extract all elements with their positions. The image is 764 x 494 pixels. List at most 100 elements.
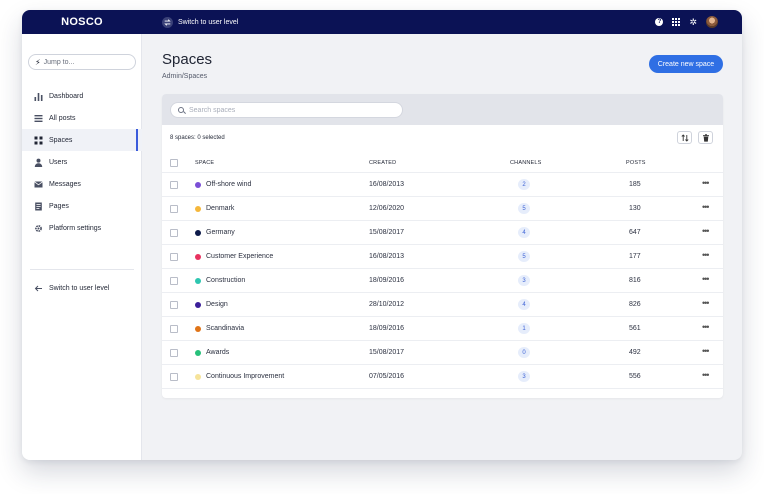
space-color-dot — [195, 205, 201, 212]
help-icon[interactable]: ? — [655, 18, 664, 26]
search-input[interactable]: Search spaces — [170, 102, 403, 118]
space-color-dot — [195, 181, 201, 188]
created-date: 12/06/2020 — [369, 205, 405, 212]
switch-to-user-level-button[interactable]: Switch to user level — [162, 16, 238, 28]
sidebar-switch-to-user-level[interactable]: Switch to user level — [22, 279, 142, 297]
row-checkbox[interactable] — [170, 277, 178, 285]
select-all-checkbox[interactable] — [170, 159, 178, 167]
space-name-cell: Off-shore wind — [195, 181, 251, 188]
row-checkbox[interactable] — [170, 301, 178, 309]
selection-summary: 8 spaces: 0 selected — [170, 135, 225, 141]
column-header-posts[interactable]: POSTS — [626, 160, 646, 166]
space-name-cell: Customer Experience — [195, 253, 273, 260]
table-body: Off-shore wind 16/08/2013 2 185 ••• Denm… — [162, 173, 723, 389]
row-checkbox[interactable] — [170, 229, 178, 237]
space-name[interactable]: Awards — [206, 349, 229, 356]
more-options-icon[interactable]: ••• — [702, 370, 710, 380]
created-date: 07/05/2016 — [369, 373, 405, 380]
table-row[interactable]: Construction 18/09/2016 3 816 ••• — [162, 269, 723, 293]
sidebar-item-label: Users — [49, 158, 68, 166]
created-date: 15/08/2017 — [369, 349, 405, 356]
column-header-channels[interactable]: CHANNELS — [510, 160, 542, 166]
row-checkbox[interactable] — [170, 325, 178, 333]
logo[interactable]: NOSCO — [22, 16, 142, 28]
sidebar-switch-label: Switch to user level — [49, 284, 110, 292]
row-checkbox[interactable] — [170, 253, 178, 261]
row-checkbox[interactable] — [170, 205, 178, 213]
row-checkbox[interactable] — [170, 349, 178, 357]
column-header-created[interactable]: CREATED — [369, 160, 396, 166]
space-name-cell: Scandinavia — [195, 325, 244, 332]
created-date: 16/08/2013 — [369, 181, 405, 188]
column-header-space[interactable]: SPACE — [195, 160, 214, 166]
sidebar-item-all-posts[interactable]: All posts — [22, 107, 142, 129]
sidebar-item-users[interactable]: Users — [22, 151, 142, 173]
table-row[interactable]: Design 28/10/2012 4 826 ••• — [162, 293, 723, 317]
bar-chart-icon — [34, 92, 43, 101]
space-name[interactable]: Off-shore wind — [206, 181, 251, 188]
list-icon — [34, 114, 43, 123]
space-name[interactable]: Germany — [206, 229, 235, 236]
table-row[interactable]: Awards 15/08/2017 0 492 ••• — [162, 341, 723, 365]
more-options-icon[interactable]: ••• — [702, 226, 710, 236]
more-options-icon[interactable]: ••• — [702, 298, 710, 308]
more-options-icon[interactable]: ••• — [702, 346, 710, 356]
sidebar-item-label: Dashboard — [49, 92, 84, 100]
space-name[interactable]: Design — [206, 301, 228, 308]
sidebar-item-messages[interactable]: Messages — [22, 173, 142, 195]
search-icon — [178, 107, 184, 113]
top-bar-actions: ? ✲ — [655, 16, 718, 28]
space-name[interactable]: Customer Experience — [206, 253, 273, 260]
spaces-grid-icon — [34, 136, 43, 145]
created-date: 18/09/2016 — [369, 325, 405, 332]
create-new-space-button[interactable]: Create new space — [649, 55, 723, 73]
gear-icon — [34, 224, 43, 233]
settings-gear-icon[interactable]: ✲ — [689, 17, 697, 27]
created-date: 15/08/2017 — [369, 229, 405, 236]
table-row[interactable]: Continuous Improvement 07/05/2016 3 556 … — [162, 365, 723, 389]
jump-to-input[interactable]: ⚡︎ Jump to... — [28, 54, 136, 70]
posts-count: 177 — [629, 253, 641, 260]
sidebar-item-pages[interactable]: Pages — [22, 195, 142, 217]
more-options-icon[interactable]: ••• — [702, 250, 710, 260]
sort-button[interactable] — [677, 131, 692, 144]
space-name[interactable]: Denmark — [206, 205, 234, 212]
channels-count-badge: 2 — [518, 179, 530, 190]
row-checkbox[interactable] — [170, 181, 178, 189]
sidebar-item-dashboard[interactable]: Dashboard — [22, 85, 142, 107]
apps-grid-icon[interactable] — [672, 18, 681, 26]
more-options-icon[interactable]: ••• — [702, 178, 710, 188]
sidebar-item-spaces[interactable]: Spaces — [22, 129, 142, 151]
channels-count-badge: 5 — [518, 251, 530, 262]
breadcrumb[interactable]: Admin/Spaces — [162, 73, 207, 80]
sidebar-item-label: All posts — [49, 114, 76, 122]
posts-count: 561 — [629, 325, 641, 332]
table-row[interactable]: Scandinavia 18/09/2016 1 561 ••• — [162, 317, 723, 341]
delete-button[interactable] — [698, 131, 713, 144]
more-options-icon[interactable]: ••• — [702, 202, 710, 212]
table-row[interactable]: Customer Experience 16/08/2013 5 177 ••• — [162, 245, 723, 269]
jump-to-placeholder: Jump to... — [43, 58, 75, 66]
space-name[interactable]: Scandinavia — [206, 325, 244, 332]
row-checkbox[interactable] — [170, 373, 178, 381]
more-options-icon[interactable]: ••• — [702, 274, 710, 284]
table-row[interactable]: Germany 15/08/2017 4 647 ••• — [162, 221, 723, 245]
search-placeholder: Search spaces — [189, 106, 236, 114]
space-color-dot — [195, 277, 201, 284]
space-name[interactable]: Construction — [206, 277, 245, 284]
space-color-dot — [195, 301, 201, 308]
table-row[interactable]: Denmark 12/06/2020 5 130 ••• — [162, 197, 723, 221]
sidebar-item-platform-settings[interactable]: Platform settings — [22, 217, 142, 239]
lightning-icon: ⚡︎ — [35, 57, 41, 67]
table-row[interactable]: Off-shore wind 16/08/2013 2 185 ••• — [162, 173, 723, 197]
posts-count: 130 — [629, 205, 641, 212]
created-date: 18/09/2016 — [369, 277, 405, 284]
space-name-cell: Awards — [195, 349, 229, 356]
space-name[interactable]: Continuous Improvement — [206, 373, 284, 380]
avatar[interactable] — [706, 16, 718, 28]
posts-count: 816 — [629, 277, 641, 284]
space-name-cell: Denmark — [195, 205, 234, 212]
top-bar: NOSCO Switch to user level ? ✲ — [22, 10, 742, 34]
more-options-icon[interactable]: ••• — [702, 322, 710, 332]
sidebar-divider — [30, 269, 134, 270]
